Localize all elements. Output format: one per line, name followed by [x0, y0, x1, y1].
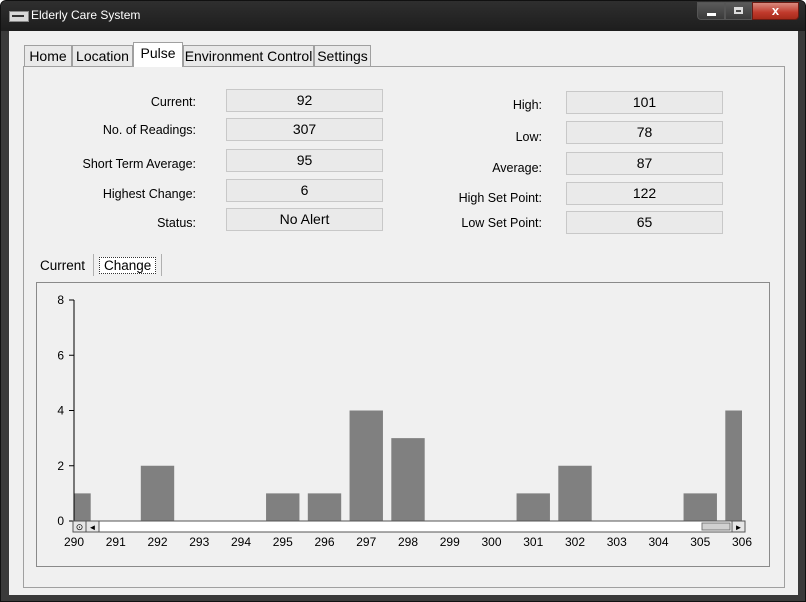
x-tick-label: 296 [314, 535, 334, 549]
high-set-point-value: 122 [566, 182, 723, 205]
chart-bar [307, 493, 342, 521]
tab-settings[interactable]: Settings [314, 45, 371, 66]
low-value: 78 [566, 121, 723, 144]
x-tick-label: 293 [189, 535, 209, 549]
chart-scrollbar [72, 520, 746, 533]
high-set-point-label: High Set Point: [458, 191, 542, 205]
y-tick-label: 4 [57, 404, 64, 418]
chart-bar [140, 465, 175, 521]
close-icon: x [771, 3, 780, 18]
window-title: Elderly Care System [31, 8, 141, 22]
tab-pulse[interactable]: Pulse [133, 42, 183, 67]
y-tick-label: 6 [57, 348, 64, 362]
x-tick-label: 290 [64, 535, 84, 549]
y-tick-label: 8 [57, 293, 64, 307]
high-label: High: [512, 98, 542, 112]
zoom-reset-icon: ⊙ [76, 522, 84, 532]
app-window: Elderly Care System x Home Location Puls… [0, 0, 806, 602]
x-tick-label: 294 [231, 535, 251, 549]
maximize-button[interactable] [725, 2, 752, 20]
y-tick-label: 0 [57, 514, 64, 528]
x-tick-label: 301 [523, 535, 543, 549]
chart-svg: 0 2 4 6 8 290 291 292 293 294 295 296 297 298 299 300 30… [57, 293, 752, 549]
chart-bar [74, 493, 91, 521]
short-term-average-label: Short Term Average: [82, 157, 197, 171]
chart-bar [516, 493, 550, 521]
x-tick-label: 299 [440, 535, 460, 549]
x-tick-label: 306 [732, 535, 752, 549]
x-tick-label: 297 [356, 535, 376, 549]
low-set-point-value: 65 [566, 211, 723, 234]
chart-bar [683, 493, 717, 521]
pulse-change-chart: 0 2 4 6 8 290 291 292 293 294 295 296 297 298 299 300 30… [36, 282, 770, 567]
high-value: 101 [566, 91, 723, 114]
highest-change-label: Highest Change: [102, 187, 196, 201]
minimize-button[interactable] [697, 2, 725, 20]
current-value: 92 [226, 89, 383, 112]
maximize-icon [734, 7, 743, 14]
scroll-left-icon[interactable]: ◄ [89, 523, 97, 532]
minimize-icon [707, 13, 716, 16]
highest-change-value: 6 [226, 179, 383, 202]
chart-tab-current[interactable]: Current [40, 258, 85, 273]
x-tick-label: 300 [481, 535, 501, 549]
status-value: No Alert [226, 208, 383, 231]
chart-bar [558, 465, 592, 521]
x-tick-label: 305 [690, 535, 710, 549]
title-bar[interactable]: Elderly Care System x [1, 1, 805, 31]
scroll-right-icon[interactable]: ► [735, 523, 743, 532]
chart-tab-divider [93, 254, 94, 276]
low-set-point-label: Low Set Point: [461, 216, 542, 230]
chart-bar [725, 410, 742, 521]
x-tick-label: 298 [398, 535, 418, 549]
average-label: Average: [492, 161, 542, 175]
y-tick-label: 2 [57, 459, 64, 473]
x-tick-label: 302 [565, 535, 585, 549]
app-icon [9, 11, 29, 22]
short-term-average-value: 95 [226, 149, 383, 172]
x-tick-label: 291 [106, 535, 126, 549]
x-tick-label: 304 [648, 535, 668, 549]
current-label: Current: [150, 95, 196, 109]
chart-bar [391, 438, 425, 521]
x-tick-label: 295 [273, 535, 293, 549]
chart-bar [266, 493, 300, 521]
x-tick-label: 303 [607, 535, 627, 549]
chart-bar [349, 410, 383, 521]
low-label: Low: [515, 130, 542, 144]
average-value: 87 [566, 152, 723, 175]
tab-environment-control[interactable]: Environment Control [183, 45, 314, 66]
readings-value: 307 [226, 118, 383, 141]
x-tick-label: 292 [147, 535, 167, 549]
chart-tab-divider [161, 254, 162, 276]
readings-label: No. of Readings: [102, 123, 196, 137]
tab-home[interactable]: Home [24, 45, 72, 66]
status-label: Status: [157, 216, 196, 230]
chart-tab-change[interactable]: Change [99, 257, 157, 274]
close-button[interactable]: x [752, 2, 799, 20]
scroll-thumb[interactable] [701, 522, 731, 531]
tab-location[interactable]: Location [72, 45, 133, 66]
